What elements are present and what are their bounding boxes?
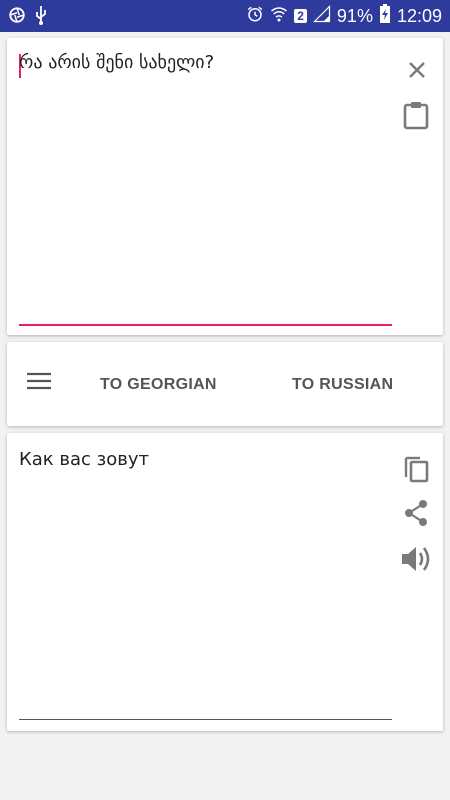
translated-text: Как вас зовут	[19, 449, 149, 470]
output-underline	[19, 719, 392, 720]
share-icon[interactable]	[403, 499, 429, 527]
to-russian-button[interactable]: TO RUSSIAN	[292, 376, 393, 394]
language-toolbar: TO GEORGIAN TO RUSSIAN	[7, 342, 443, 426]
battery-percent: 91%	[336, 5, 373, 26]
clock: 12:09	[396, 5, 442, 26]
input-card: რა არის შენი სახელი?	[7, 38, 443, 335]
aperture-icon	[8, 6, 26, 28]
paste-icon[interactable]	[403, 100, 429, 130]
copy-icon[interactable]	[403, 453, 429, 483]
signal-icon	[312, 5, 331, 27]
to-georgian-button[interactable]: TO GEORGIAN	[100, 376, 217, 394]
wifi-icon	[270, 5, 288, 27]
battery-charging-icon	[379, 4, 391, 28]
speaker-icon[interactable]	[400, 543, 434, 575]
output-card: Как вас зовут	[7, 433, 443, 731]
usb-icon	[34, 5, 48, 29]
alarm-icon	[246, 5, 264, 27]
input-underline	[19, 324, 392, 326]
close-icon[interactable]	[405, 58, 429, 82]
status-bar: 2 91% 12:09	[0, 0, 450, 32]
source-text-input[interactable]: რა არის შენი სახელი?	[19, 52, 214, 73]
sim-badge: 2	[294, 9, 307, 23]
menu-icon[interactable]	[27, 371, 51, 391]
